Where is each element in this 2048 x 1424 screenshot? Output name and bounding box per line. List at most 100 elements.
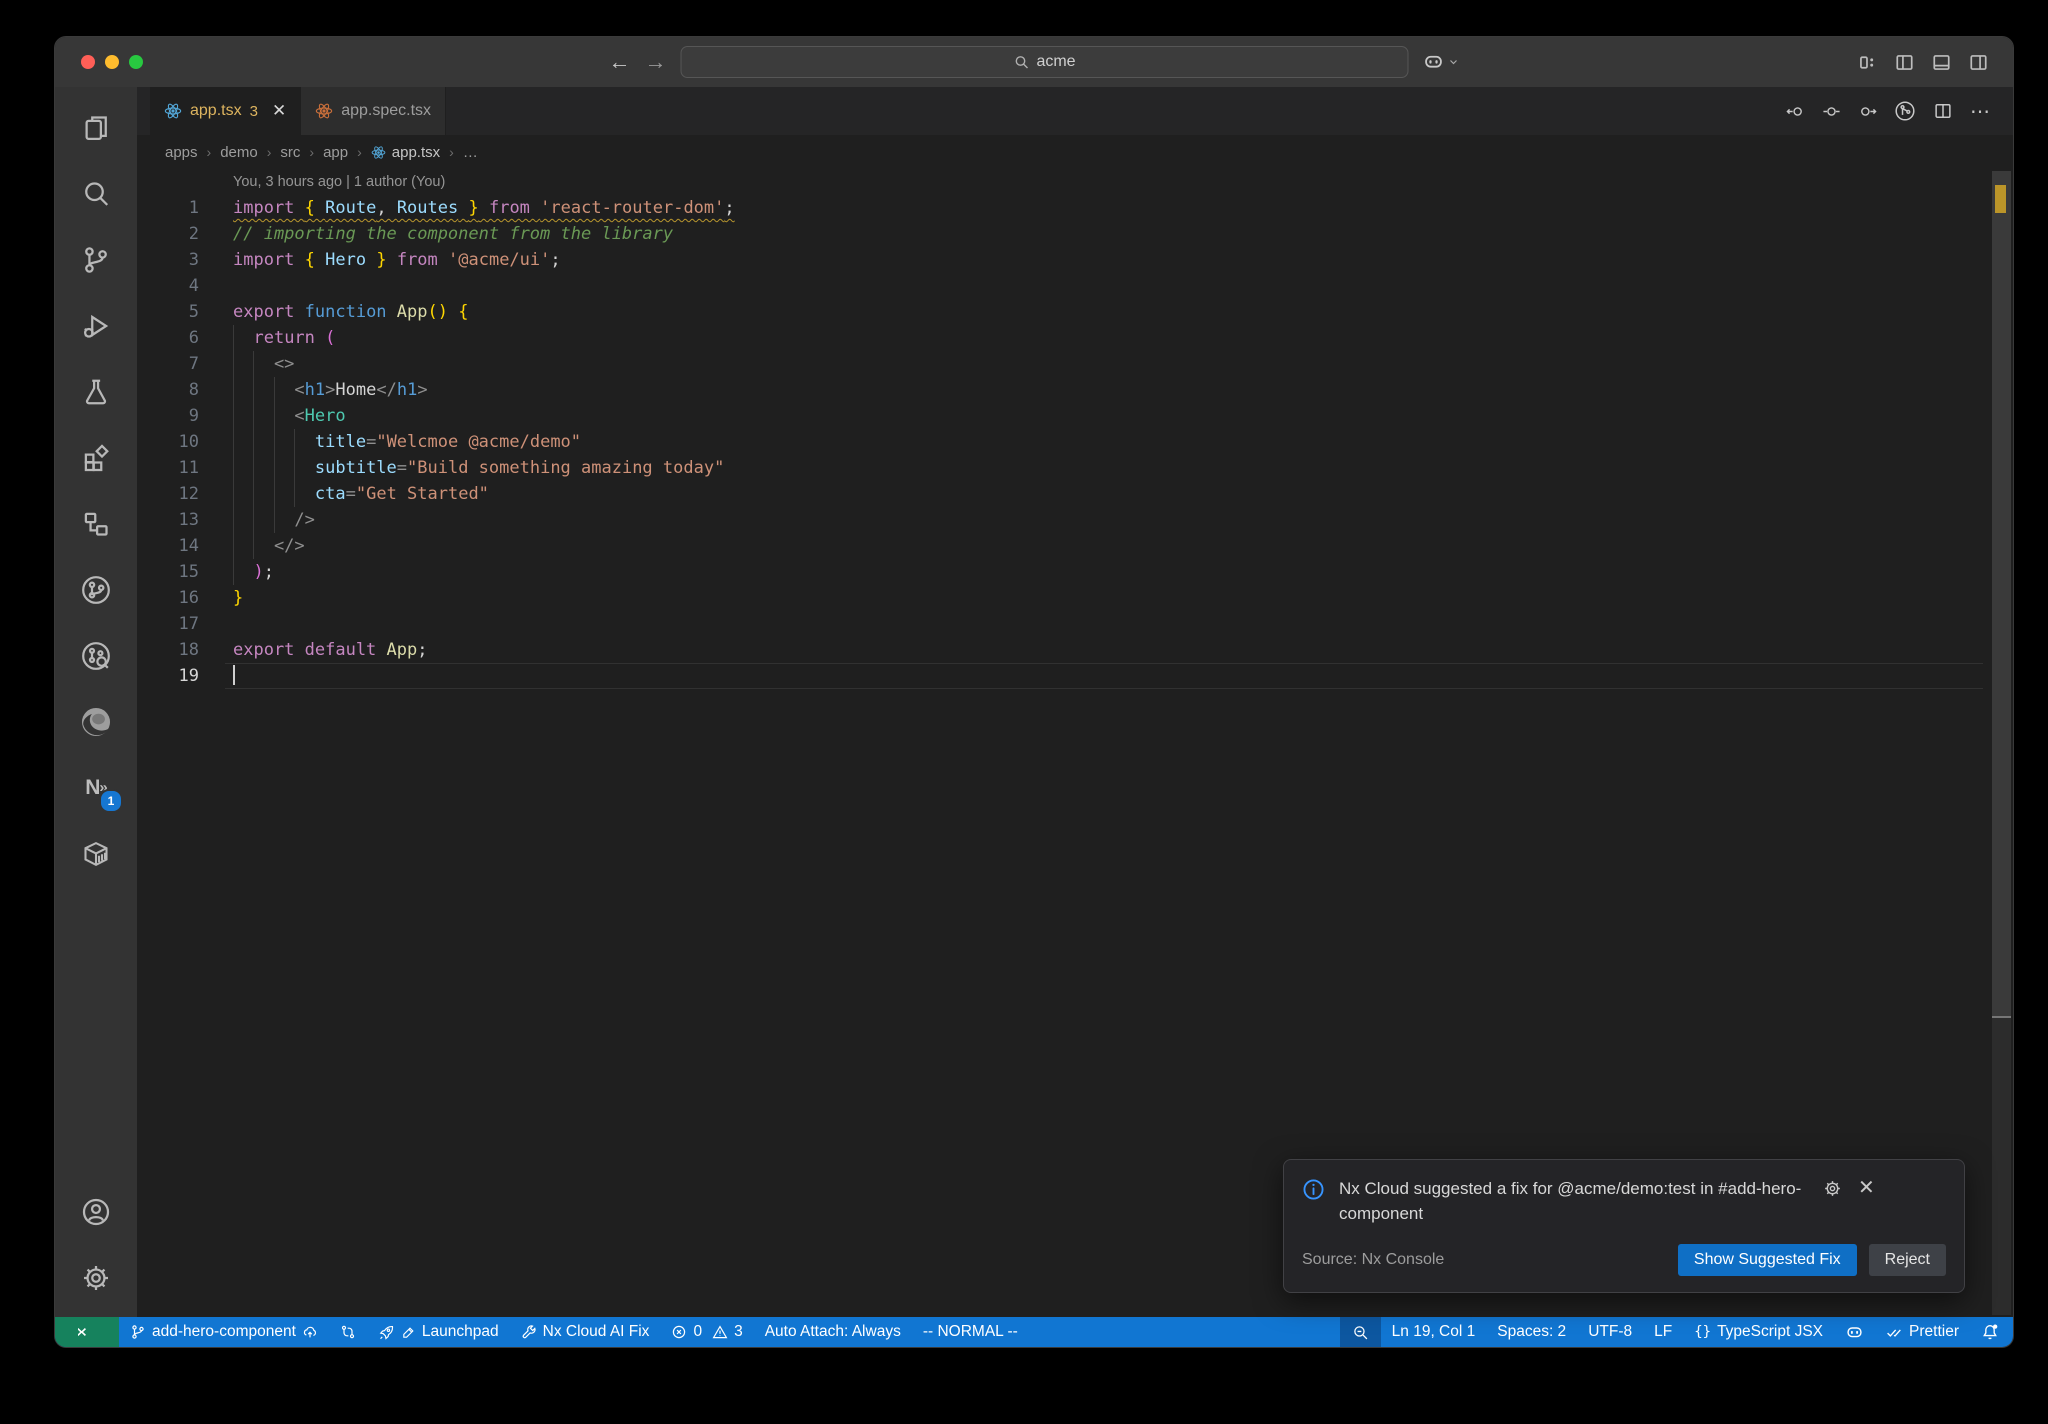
- code-line-7[interactable]: 7 <>: [137, 351, 2013, 377]
- line-number: 4: [188, 276, 199, 296]
- line-number: 7: [188, 354, 199, 374]
- current-change-icon[interactable]: [1822, 102, 1841, 121]
- breadcrumb-more[interactable]: …: [463, 144, 478, 161]
- container-tools-icon[interactable]: [55, 821, 137, 887]
- line-number: 9: [188, 406, 199, 426]
- prettier-status[interactable]: Prettier: [1875, 1317, 1970, 1347]
- nx-console-icon[interactable]: N» 1: [55, 755, 137, 821]
- indentation-status[interactable]: Spaces: 2: [1486, 1317, 1577, 1347]
- auto-attach-status[interactable]: Auto Attach: Always: [754, 1317, 912, 1347]
- nx-project-graph-icon[interactable]: [55, 557, 137, 623]
- language-mode-status[interactable]: {} TypeScript JSX: [1683, 1317, 1834, 1347]
- compare-changes-icon: [341, 1325, 355, 1339]
- code-line-18[interactable]: 18 export default App;: [137, 637, 2013, 663]
- breadcrumb-file[interactable]: app.tsx: [371, 144, 440, 161]
- code-editor[interactable]: You, 3 hours ago | 1 author (You) 1 impor…: [137, 169, 2013, 1317]
- vim-mode-status[interactable]: -- NORMAL --: [912, 1317, 1029, 1347]
- problems-status[interactable]: 0 3: [660, 1317, 753, 1347]
- split-editor-icon[interactable]: [1933, 101, 1953, 121]
- launchpad-status[interactable]: Launchpad: [367, 1317, 510, 1347]
- minimize-window-button[interactable]: [105, 55, 119, 69]
- maximize-window-button[interactable]: [129, 55, 143, 69]
- command-center-search[interactable]: acme: [680, 46, 1409, 78]
- run-project-icon[interactable]: [1894, 100, 1916, 122]
- code-line-10[interactable]: 10 title="Welcmoe @acme/demo": [137, 429, 2013, 455]
- warning-marker: [1995, 185, 2006, 213]
- toggle-panel-icon[interactable]: [1931, 52, 1952, 73]
- notification-settings-icon[interactable]: [1823, 1179, 1842, 1198]
- line-number: 3: [188, 250, 199, 270]
- code-line-4[interactable]: 4: [137, 273, 2013, 299]
- code-line-16[interactable]: 16}: [137, 585, 2013, 611]
- code-line-13[interactable]: 13 />: [137, 507, 2013, 533]
- toggle-primary-sidebar-icon[interactable]: [1894, 52, 1915, 73]
- code-line-12[interactable]: 12 cta="Get Started": [137, 481, 2013, 507]
- git-branch-icon: [132, 1325, 144, 1339]
- copilot-menu[interactable]: [1423, 51, 1460, 73]
- line-text: <Hero: [233, 406, 346, 426]
- codelens-blame[interactable]: You, 3 hours ago | 1 author (You): [137, 169, 2013, 195]
- code-line-8[interactable]: 8 <h1>Home</h1>: [137, 377, 2013, 403]
- scrollbar-thumb[interactable]: [1992, 171, 2011, 1016]
- breadcrumb-item[interactable]: src: [280, 144, 300, 161]
- code-line-1[interactable]: 1 import { Route, Routes } from 'react-ro…: [137, 195, 2013, 221]
- next-change-icon[interactable]: [1858, 102, 1877, 121]
- code-line-5[interactable]: 5 export function App() {: [137, 299, 2013, 325]
- launchpad-label: Launchpad: [421, 1323, 499, 1340]
- run-and-debug-icon[interactable]: [55, 293, 137, 359]
- eol-status[interactable]: LF: [1643, 1317, 1683, 1347]
- explorer-icon[interactable]: [55, 95, 137, 161]
- code-line-19[interactable]: 19: [137, 663, 2013, 689]
- line-text: import { Route, Routes } from 'react-rou…: [233, 198, 735, 218]
- extensions-icon[interactable]: [55, 425, 137, 491]
- reject-button[interactable]: Reject: [1868, 1244, 1946, 1276]
- cursor-position-status[interactable]: Ln 19, Col 1: [1381, 1317, 1487, 1347]
- line-text: title="Welcmoe @acme/demo": [314, 432, 582, 452]
- copilot-status[interactable]: [1834, 1317, 1875, 1347]
- previous-change-icon[interactable]: [1786, 102, 1805, 121]
- zoom-out-icon: [1353, 1325, 1367, 1339]
- nx-cloud-ai-fix-status[interactable]: Nx Cloud AI Fix: [510, 1317, 661, 1347]
- search-view-icon[interactable]: [55, 161, 137, 227]
- settings-gear-icon[interactable]: [55, 1245, 137, 1311]
- search-value: acme: [1036, 53, 1076, 70]
- scrollbar[interactable]: [1992, 171, 2011, 1315]
- navigate-back-icon[interactable]: ←: [609, 51, 631, 73]
- source-control-icon[interactable]: [55, 227, 137, 293]
- show-suggested-fix-button[interactable]: Show Suggested Fix: [1677, 1244, 1857, 1276]
- breadcrumb-item[interactable]: app: [323, 144, 348, 161]
- customize-layout-icon[interactable]: [1857, 52, 1878, 73]
- edge-browser-icon[interactable]: [55, 689, 137, 755]
- nx-project-details-icon[interactable]: [55, 623, 137, 689]
- zoom-status[interactable]: [1339, 1317, 1381, 1347]
- testing-icon[interactable]: [55, 359, 137, 425]
- compare-changes-status[interactable]: [329, 1317, 367, 1347]
- notifications-bell[interactable]: [1970, 1317, 2013, 1347]
- close-tab-icon[interactable]: ✕: [272, 101, 286, 121]
- code-line-6[interactable]: 6 return (: [137, 325, 2013, 351]
- remote-indicator[interactable]: [55, 1317, 119, 1347]
- line-number: 16: [178, 588, 199, 608]
- code-line-15[interactable]: 15 );: [137, 559, 2013, 585]
- toggle-secondary-sidebar-icon[interactable]: [1968, 52, 1989, 73]
- tab-app-tsx[interactable]: app.tsx 3 ✕: [150, 87, 302, 135]
- line-number: 11: [178, 458, 199, 478]
- text-cursor: [233, 665, 235, 685]
- close-window-button[interactable]: [81, 55, 95, 69]
- code-line-17[interactable]: 17: [137, 611, 2013, 637]
- encoding-status[interactable]: UTF-8: [1577, 1317, 1643, 1347]
- tab-app-spec-tsx[interactable]: app.spec.tsx: [301, 87, 447, 135]
- navigate-forward-icon[interactable]: →: [645, 51, 667, 73]
- code-line-2[interactable]: 2 // importing the component from the lib…: [137, 221, 2013, 247]
- notification-close-icon[interactable]: ✕: [1858, 1178, 1875, 1198]
- code-line-14[interactable]: 14 </>: [137, 533, 2013, 559]
- code-line-9[interactable]: 9 <Hero: [137, 403, 2013, 429]
- references-hierarchy-icon[interactable]: [55, 491, 137, 557]
- git-branch-status[interactable]: add-hero-component: [119, 1317, 329, 1347]
- code-line-11[interactable]: 11 subtitle="Build something amazing tod…: [137, 455, 2013, 481]
- breadcrumb-item[interactable]: apps: [165, 144, 198, 161]
- accounts-icon[interactable]: [55, 1179, 137, 1245]
- more-actions-icon[interactable]: ⋯: [1970, 99, 1991, 124]
- breadcrumb-item[interactable]: demo: [220, 144, 258, 161]
- code-line-3[interactable]: 3 import { Hero } from '@acme/ui';: [137, 247, 2013, 273]
